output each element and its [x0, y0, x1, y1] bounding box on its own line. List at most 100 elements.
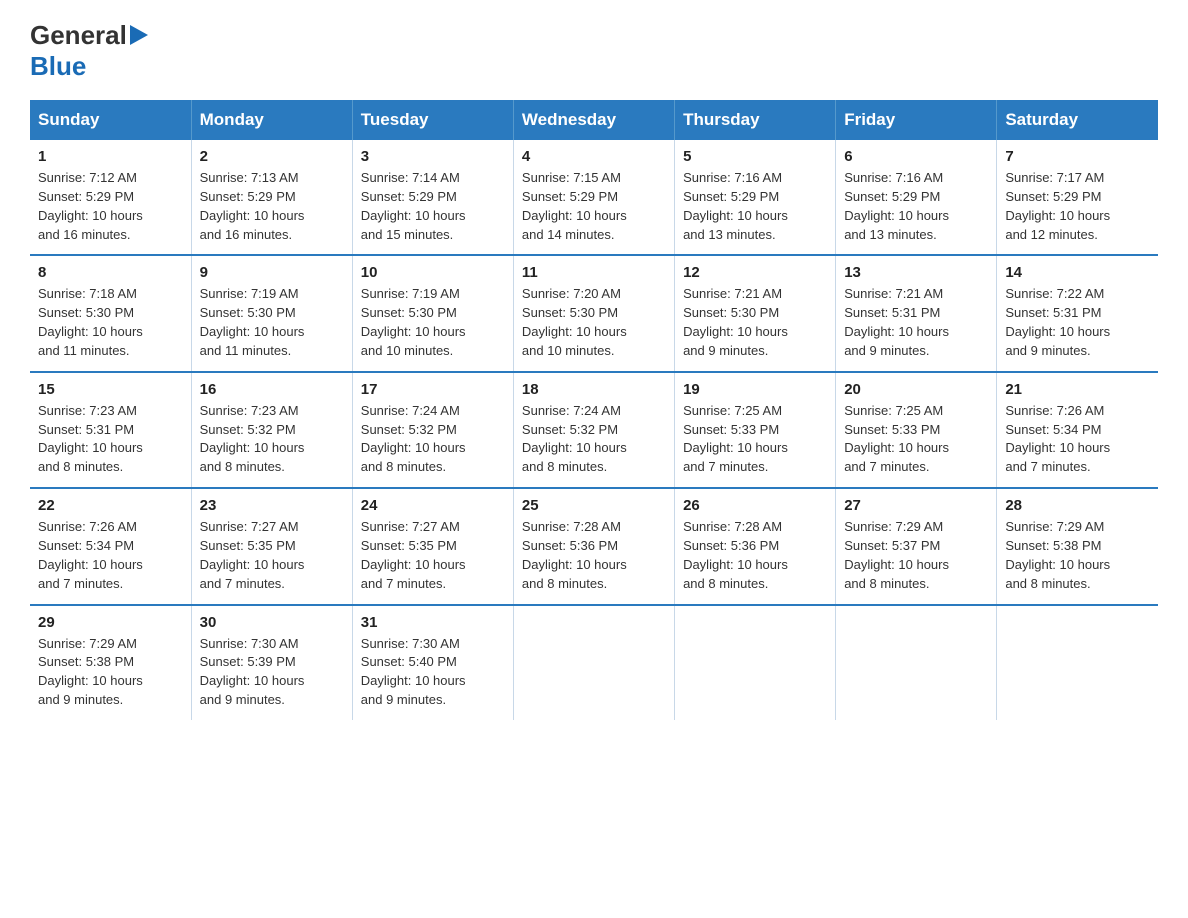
calendar-cell: 5 Sunrise: 7:16 AMSunset: 5:29 PMDayligh…	[675, 140, 836, 255]
calendar-table: SundayMondayTuesdayWednesdayThursdayFrid…	[30, 100, 1158, 720]
day-number: 27	[844, 497, 988, 514]
calendar-cell: 4 Sunrise: 7:15 AMSunset: 5:29 PMDayligh…	[513, 140, 674, 255]
day-info: Sunrise: 7:21 AMSunset: 5:31 PMDaylight:…	[844, 285, 988, 360]
calendar-cell: 29 Sunrise: 7:29 AMSunset: 5:38 PMDaylig…	[30, 605, 191, 720]
calendar-cell: 22 Sunrise: 7:26 AMSunset: 5:34 PMDaylig…	[30, 488, 191, 604]
day-number: 20	[844, 381, 988, 398]
header-friday: Friday	[836, 100, 997, 140]
calendar-week-row: 8 Sunrise: 7:18 AMSunset: 5:30 PMDayligh…	[30, 255, 1158, 371]
day-info: Sunrise: 7:23 AMSunset: 5:32 PMDaylight:…	[200, 402, 344, 477]
calendar-cell: 27 Sunrise: 7:29 AMSunset: 5:37 PMDaylig…	[836, 488, 997, 604]
day-info: Sunrise: 7:20 AMSunset: 5:30 PMDaylight:…	[522, 285, 666, 360]
day-number: 22	[38, 497, 183, 514]
day-number: 14	[1005, 264, 1150, 281]
day-info: Sunrise: 7:13 AMSunset: 5:29 PMDaylight:…	[200, 169, 344, 244]
day-number: 1	[38, 148, 183, 165]
day-info: Sunrise: 7:29 AMSunset: 5:38 PMDaylight:…	[38, 635, 183, 710]
calendar-cell: 25 Sunrise: 7:28 AMSunset: 5:36 PMDaylig…	[513, 488, 674, 604]
day-number: 30	[200, 614, 344, 631]
calendar-cell: 20 Sunrise: 7:25 AMSunset: 5:33 PMDaylig…	[836, 372, 997, 488]
day-info: Sunrise: 7:26 AMSunset: 5:34 PMDaylight:…	[38, 518, 183, 593]
day-info: Sunrise: 7:27 AMSunset: 5:35 PMDaylight:…	[361, 518, 505, 593]
calendar-cell	[675, 605, 836, 720]
calendar-cell: 11 Sunrise: 7:20 AMSunset: 5:30 PMDaylig…	[513, 255, 674, 371]
day-number: 9	[200, 264, 344, 281]
calendar-cell: 13 Sunrise: 7:21 AMSunset: 5:31 PMDaylig…	[836, 255, 997, 371]
day-number: 7	[1005, 148, 1150, 165]
day-number: 12	[683, 264, 827, 281]
header-tuesday: Tuesday	[352, 100, 513, 140]
day-info: Sunrise: 7:30 AMSunset: 5:40 PMDaylight:…	[361, 635, 505, 710]
calendar-week-row: 15 Sunrise: 7:23 AMSunset: 5:31 PMDaylig…	[30, 372, 1158, 488]
page-header: General Blue	[30, 20, 1158, 82]
day-number: 11	[522, 264, 666, 281]
day-number: 4	[522, 148, 666, 165]
calendar-cell: 18 Sunrise: 7:24 AMSunset: 5:32 PMDaylig…	[513, 372, 674, 488]
logo-blue-text: Blue	[30, 51, 86, 81]
day-info: Sunrise: 7:25 AMSunset: 5:33 PMDaylight:…	[844, 402, 988, 477]
day-info: Sunrise: 7:29 AMSunset: 5:38 PMDaylight:…	[1005, 518, 1150, 593]
day-info: Sunrise: 7:12 AMSunset: 5:29 PMDaylight:…	[38, 169, 183, 244]
day-number: 24	[361, 497, 505, 514]
header-wednesday: Wednesday	[513, 100, 674, 140]
day-number: 28	[1005, 497, 1150, 514]
calendar-cell: 9 Sunrise: 7:19 AMSunset: 5:30 PMDayligh…	[191, 255, 352, 371]
calendar-cell	[997, 605, 1158, 720]
calendar-cell: 30 Sunrise: 7:30 AMSunset: 5:39 PMDaylig…	[191, 605, 352, 720]
calendar-cell: 12 Sunrise: 7:21 AMSunset: 5:30 PMDaylig…	[675, 255, 836, 371]
header-monday: Monday	[191, 100, 352, 140]
calendar-cell: 19 Sunrise: 7:25 AMSunset: 5:33 PMDaylig…	[675, 372, 836, 488]
day-info: Sunrise: 7:26 AMSunset: 5:34 PMDaylight:…	[1005, 402, 1150, 477]
calendar-cell: 7 Sunrise: 7:17 AMSunset: 5:29 PMDayligh…	[997, 140, 1158, 255]
day-info: Sunrise: 7:17 AMSunset: 5:29 PMDaylight:…	[1005, 169, 1150, 244]
day-number: 25	[522, 497, 666, 514]
day-info: Sunrise: 7:22 AMSunset: 5:31 PMDaylight:…	[1005, 285, 1150, 360]
calendar-cell: 14 Sunrise: 7:22 AMSunset: 5:31 PMDaylig…	[997, 255, 1158, 371]
day-number: 21	[1005, 381, 1150, 398]
calendar-cell: 3 Sunrise: 7:14 AMSunset: 5:29 PMDayligh…	[352, 140, 513, 255]
calendar-cell: 16 Sunrise: 7:23 AMSunset: 5:32 PMDaylig…	[191, 372, 352, 488]
day-number: 29	[38, 614, 183, 631]
day-info: Sunrise: 7:18 AMSunset: 5:30 PMDaylight:…	[38, 285, 183, 360]
day-number: 5	[683, 148, 827, 165]
day-number: 3	[361, 148, 505, 165]
calendar-cell: 6 Sunrise: 7:16 AMSunset: 5:29 PMDayligh…	[836, 140, 997, 255]
calendar-cell: 10 Sunrise: 7:19 AMSunset: 5:30 PMDaylig…	[352, 255, 513, 371]
calendar-week-row: 1 Sunrise: 7:12 AMSunset: 5:29 PMDayligh…	[30, 140, 1158, 255]
calendar-cell: 15 Sunrise: 7:23 AMSunset: 5:31 PMDaylig…	[30, 372, 191, 488]
calendar-cell	[513, 605, 674, 720]
day-info: Sunrise: 7:19 AMSunset: 5:30 PMDaylight:…	[200, 285, 344, 360]
day-number: 6	[844, 148, 988, 165]
day-number: 10	[361, 264, 505, 281]
calendar-cell: 17 Sunrise: 7:24 AMSunset: 5:32 PMDaylig…	[352, 372, 513, 488]
calendar-cell: 28 Sunrise: 7:29 AMSunset: 5:38 PMDaylig…	[997, 488, 1158, 604]
day-info: Sunrise: 7:30 AMSunset: 5:39 PMDaylight:…	[200, 635, 344, 710]
day-number: 15	[38, 381, 183, 398]
day-info: Sunrise: 7:15 AMSunset: 5:29 PMDaylight:…	[522, 169, 666, 244]
calendar-cell: 1 Sunrise: 7:12 AMSunset: 5:29 PMDayligh…	[30, 140, 191, 255]
day-info: Sunrise: 7:21 AMSunset: 5:30 PMDaylight:…	[683, 285, 827, 360]
day-info: Sunrise: 7:19 AMSunset: 5:30 PMDaylight:…	[361, 285, 505, 360]
day-number: 23	[200, 497, 344, 514]
calendar-cell: 23 Sunrise: 7:27 AMSunset: 5:35 PMDaylig…	[191, 488, 352, 604]
header-saturday: Saturday	[997, 100, 1158, 140]
logo-general-text: General	[30, 20, 127, 51]
calendar-cell: 21 Sunrise: 7:26 AMSunset: 5:34 PMDaylig…	[997, 372, 1158, 488]
calendar-cell: 31 Sunrise: 7:30 AMSunset: 5:40 PMDaylig…	[352, 605, 513, 720]
day-number: 8	[38, 264, 183, 281]
calendar-cell: 8 Sunrise: 7:18 AMSunset: 5:30 PMDayligh…	[30, 255, 191, 371]
day-info: Sunrise: 7:14 AMSunset: 5:29 PMDaylight:…	[361, 169, 505, 244]
day-info: Sunrise: 7:28 AMSunset: 5:36 PMDaylight:…	[683, 518, 827, 593]
day-number: 19	[683, 381, 827, 398]
day-info: Sunrise: 7:24 AMSunset: 5:32 PMDaylight:…	[522, 402, 666, 477]
calendar-cell: 2 Sunrise: 7:13 AMSunset: 5:29 PMDayligh…	[191, 140, 352, 255]
day-number: 31	[361, 614, 505, 631]
day-number: 17	[361, 381, 505, 398]
day-info: Sunrise: 7:16 AMSunset: 5:29 PMDaylight:…	[844, 169, 988, 244]
logo: General Blue	[30, 20, 148, 82]
calendar-week-row: 29 Sunrise: 7:29 AMSunset: 5:38 PMDaylig…	[30, 605, 1158, 720]
day-info: Sunrise: 7:28 AMSunset: 5:36 PMDaylight:…	[522, 518, 666, 593]
day-number: 18	[522, 381, 666, 398]
day-number: 2	[200, 148, 344, 165]
day-number: 26	[683, 497, 827, 514]
